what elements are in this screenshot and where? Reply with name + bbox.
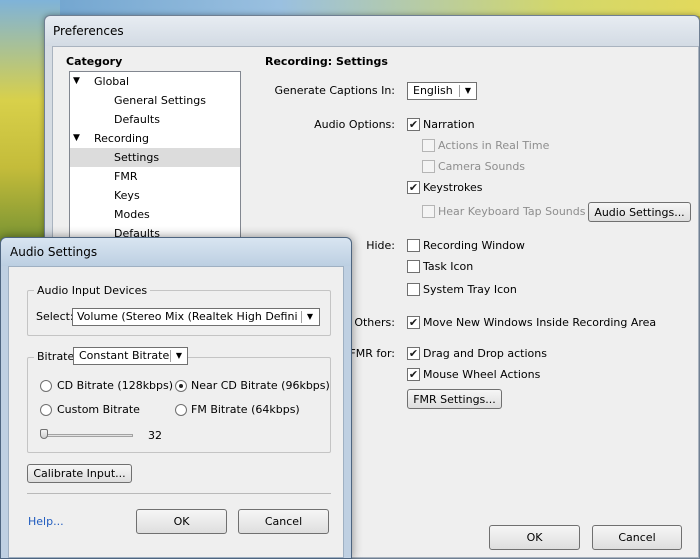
fmr-settings-button[interactable]: FMR Settings... <box>407 389 502 409</box>
combo-separator <box>170 350 171 362</box>
audio-settings-titlebar[interactable]: Audio Settings <box>1 238 351 266</box>
mouse-wheel-label: Mouse Wheel Actions <box>423 368 541 381</box>
camera-sounds-label: Camera Sounds <box>438 160 526 173</box>
fmr-for-label: FMR for: <box>349 347 395 360</box>
cd-bitrate-label: CD Bitrate (128kbps) <box>57 379 174 392</box>
preferences-ok-button[interactable]: OK <box>489 525 580 550</box>
fm-bitrate-label: FM Bitrate (64kbps) <box>191 403 300 416</box>
tree-item-label: Recording <box>94 132 150 145</box>
tree-item-fmr[interactable]: FMR <box>70 167 240 186</box>
tree-item-modes[interactable]: Modes <box>70 205 240 224</box>
expand-arrow-icon[interactable]: ▼ <box>73 129 80 148</box>
hear-keyboard-label: Hear Keyboard Tap Sounds <box>438 205 586 218</box>
help-link[interactable]: Help... <box>28 515 64 528</box>
keystrokes-label: Keystrokes <box>423 181 483 194</box>
captions-label: Generate Captions In: <box>274 84 396 97</box>
section-title: Recording: Settings <box>265 55 388 68</box>
preferences-cancel-button[interactable]: Cancel <box>592 525 682 550</box>
bitrate-label: Bitrate <box>34 350 78 363</box>
hear-keyboard-checkbox[interactable] <box>422 205 435 218</box>
calibrate-input-button[interactable]: Calibrate Input... <box>27 464 132 483</box>
tree-item-label: Modes <box>114 208 150 221</box>
bitrate-slider-thumb[interactable] <box>40 429 48 439</box>
tree-item-keys[interactable]: Keys <box>70 186 240 205</box>
preferences-title: Preferences <box>53 24 124 38</box>
system-tray-icon-checkbox[interactable] <box>407 283 420 296</box>
narration-checkbox[interactable]: ✔ <box>407 118 420 131</box>
bitrate-slider-track[interactable] <box>42 434 133 437</box>
tree-item-label: Keys <box>114 189 140 202</box>
desktop-background-sky <box>0 0 700 16</box>
audio-device-select[interactable]: Volume (Stereo Mix (Realtek High Defini … <box>72 308 320 326</box>
expand-arrow-icon[interactable]: ▼ <box>73 72 80 91</box>
task-icon-checkbox[interactable] <box>407 260 420 273</box>
footer-separator <box>27 493 331 494</box>
tree-item-label: General Settings <box>114 94 206 107</box>
fm-bitrate-radio[interactable] <box>175 404 187 416</box>
audio-input-group-label: Audio Input Devices <box>34 284 151 297</box>
radio-selected-dot <box>179 384 183 388</box>
task-icon-label: Task Icon <box>423 260 474 273</box>
bitrate-mode-select[interactable]: Constant Bitrate ▼ <box>73 347 188 365</box>
near-cd-bitrate-label: Near CD Bitrate (96kbps) <box>191 379 330 392</box>
drag-drop-checkbox[interactable]: ✔ <box>407 347 420 360</box>
others-label: Others: <box>354 316 395 329</box>
tree-item-settings[interactable]: Settings <box>70 148 240 167</box>
hide-label: Hide: <box>366 239 395 252</box>
recording-window-checkbox[interactable] <box>407 239 420 252</box>
audio-settings-client-area: Audio Input Devices Select: Volume (Ster… <box>8 266 344 558</box>
captions-language-value: English <box>413 84 453 97</box>
tree-item-label: Settings <box>114 151 160 164</box>
combo-separator <box>459 85 460 97</box>
bitrate-mode-value: Constant Bitrate <box>79 349 170 362</box>
actions-realtime-label: Actions in Real Time <box>438 139 550 152</box>
tree-item-label: Defaults <box>114 113 160 126</box>
tree-item-recording[interactable]: ▼ Recording <box>70 129 240 148</box>
tree-item-general-settings[interactable]: General Settings <box>70 91 240 110</box>
category-tree[interactable]: ▼ Global General Settings Defaults ▼ Rec… <box>69 71 241 243</box>
near-cd-bitrate-radio[interactable] <box>175 380 187 392</box>
narration-label: Narration <box>423 118 475 131</box>
audio-settings-button[interactable]: Audio Settings... <box>588 202 691 222</box>
dropdown-arrow-icon[interactable]: ▼ <box>303 309 317 325</box>
audio-options-label: Audio Options: <box>314 118 395 131</box>
dropdown-arrow-icon[interactable]: ▼ <box>461 83 475 99</box>
audio-settings-title: Audio Settings <box>10 245 98 259</box>
custom-bitrate-radio[interactable] <box>40 404 52 416</box>
combo-separator <box>301 311 302 323</box>
audio-cancel-button[interactable]: Cancel <box>238 509 329 534</box>
cd-bitrate-radio[interactable] <box>40 380 52 392</box>
audio-device-value: Volume (Stereo Mix (Realtek High Defini <box>77 310 298 323</box>
system-tray-icon-label: System Tray Icon <box>423 283 517 296</box>
captions-language-select[interactable]: English ▼ <box>407 82 477 100</box>
mouse-wheel-checkbox[interactable]: ✔ <box>407 368 420 381</box>
tree-item-global[interactable]: ▼ Global <box>70 72 240 91</box>
category-label: Category <box>66 55 123 68</box>
keystrokes-checkbox[interactable]: ✔ <box>407 181 420 194</box>
actions-realtime-checkbox[interactable] <box>422 139 435 152</box>
recording-window-label: Recording Window <box>423 239 525 252</box>
audio-settings-dialog: Audio Settings Audio Input Devices Selec… <box>0 237 352 559</box>
custom-bitrate-label: Custom Bitrate <box>57 403 140 416</box>
bitrate-slider-value: 32 <box>148 429 162 442</box>
move-windows-checkbox[interactable]: ✔ <box>407 316 420 329</box>
audio-ok-button[interactable]: OK <box>136 509 227 534</box>
preferences-titlebar[interactable]: Preferences <box>45 16 699 46</box>
tree-item-label: FMR <box>114 170 138 183</box>
tree-item-defaults-global[interactable]: Defaults <box>70 110 240 129</box>
tree-item-label: Global <box>94 75 130 88</box>
select-label: Select: <box>36 310 74 323</box>
dropdown-arrow-icon[interactable]: ▼ <box>172 348 186 364</box>
drag-drop-label: Drag and Drop actions <box>423 347 547 360</box>
camera-sounds-checkbox[interactable] <box>422 160 435 173</box>
move-windows-label: Move New Windows Inside Recording Area <box>423 316 657 329</box>
